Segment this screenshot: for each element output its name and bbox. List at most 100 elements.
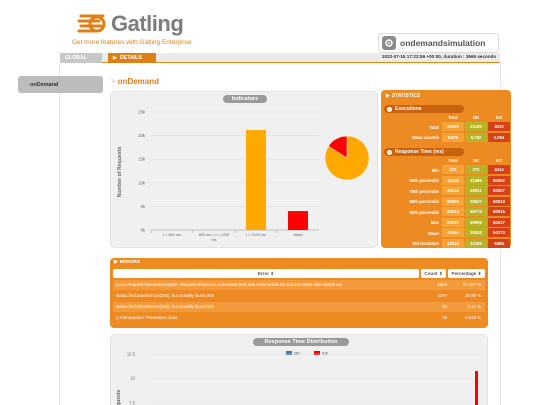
bar [246,130,266,230]
y-axis-label: Requests [116,390,122,405]
response-time-total-cell: 41894 [442,228,464,237]
response-time-ok-cell: 38533 [465,228,487,237]
executions-header: − Executions [384,105,464,113]
legend-swatch [314,351,320,355]
response-time-ok-cell: 50527 [465,196,487,206]
response-time-header: − Response Time (ms) [384,148,464,156]
error-message: j.u.c.i.RequestTimeoutException: Request… [116,282,343,287]
tab-global-label: GLOBAL [65,55,87,61]
tab-global[interactable]: GLOBAL [60,53,102,63]
statistics-panel: ▶ STATISTICS − Executions − Response Time (… [381,90,511,248]
run-info: 2022-07-15 17:22:56 +00:00, duration : 3… [381,54,496,59]
error-row: j.i.IOException: Premature close 33 0.823 … [113,313,485,323]
y-tick-label: 0k [141,228,146,233]
response-time-ko-cell: 60007 [488,186,510,195]
legend-label: OK [294,351,300,356]
executions-total-cell: 25200 [442,122,464,131]
response-time-ko-cell: 60037 [488,217,510,227]
x-tick-label: 800 ms < t < 1200 [199,233,230,237]
stat-row-label: Min [431,167,439,173]
executions-ok-cell: 5.782 [465,132,487,142]
error-message: status.find.transform.in(200), but actua… [116,304,214,309]
executions-ko-cell: 1.094 [488,132,510,142]
error-count: 2609 [437,282,447,287]
play-icon: ▶ [386,93,390,99]
response-time-ko-cell: 60002 [488,175,510,185]
sidebar-item-label: onDemand [30,81,59,88]
stat-column-header: Total [448,158,458,163]
tab-details-label: DETAILS [120,55,142,61]
x-tick-label: ms [211,238,216,242]
stat-column-header: KO [495,158,503,163]
collapse-icon[interactable]: − [387,106,392,112]
y-tick-label: 10 [130,376,135,381]
y-axis-label: Number of Requests [117,147,123,198]
indicators-panel: 0k 5k 10k 15k 20k 25k Number of Requests t < 80… [110,91,378,248]
executions-total-cell: 6.876 [442,132,464,142]
response-time-total-cell: 60000 [442,196,464,206]
bar [288,211,308,230]
executions-ko-cell: 4010 [488,122,510,131]
error-row: j.u.c.i.RequestTimeoutException: Request… [113,280,485,290]
simulation-icon [382,36,396,50]
response-time-ok-cell: 56774 [465,207,487,216]
gatling-logo[interactable]: Gatling [77,9,184,39]
stat-row-label: 50th percentile [409,178,439,183]
response-time-total-cell: 60037 [442,217,464,227]
stat-row-label: Std Deviation [412,241,439,246]
collapse-icon[interactable]: − [387,149,392,155]
executions-ok-cell: 21190 [465,122,487,131]
stat-column-header: OK [472,115,480,120]
y-tick-label: 15k [138,157,146,162]
stat-row-label: 99th percentile [409,209,439,215]
y-tick-label: 7.5 [129,401,135,405]
stat-row-label: 95th percentile [409,199,439,204]
brand-name: Gatling [111,11,184,36]
legend-label: KO [322,351,329,356]
error-message: status.find.transform.in(200), but actua… [116,293,214,298]
sidebar-item-ondemand[interactable]: onDemand [18,76,103,93]
error-percentage: 0.823 % [465,315,481,320]
response-time-ko-cell: 9408 [488,238,510,248]
simulation-name: ondemandsimulation [400,38,486,48]
tab-bar: GLOBAL ▶ DETAILS 2022-07-15 17:22:56 +00:… [60,53,500,63]
response-time-ok-cell: 59998 [465,217,487,227]
y-tick-label: 25k [138,110,146,115]
error-percentage: 67.207 % [462,282,481,287]
statistics-title-text: STATISTICS [391,93,421,99]
errors-title-text: ERRORS [119,260,141,265]
page-title-text: onDemand [117,77,160,86]
errors-title: ▶ ERRORS [114,260,140,265]
error-percentage: 2.12 % [467,304,481,309]
errors-panel: ▶ ERRORS Error ⇕ Count ⇕ Percentage ⇕ j.u… [110,258,488,328]
ko-bar [475,371,478,405]
distribution-title: Response Time Distribution [253,338,349,346]
response-time-ko-cell: 60013 [488,196,510,206]
response-time-ko-cell: 4414 [488,165,510,174]
count-column-header[interactable]: Count ⇕ [421,269,446,278]
response-time-total-cell: 49216 [442,186,464,195]
gatling-logo-icon [77,14,106,33]
response-time-total-cell: 272 [442,165,464,174]
chevron-right-icon: > [111,77,116,86]
tab-details[interactable]: ▶ DETAILS [108,53,156,63]
error-row: status.find.transform.in(200), but actua… [113,291,485,301]
percentage-column-header[interactable]: Percentage ⇕ [448,269,485,278]
executions-title: Executions [395,106,422,112]
response-time-title: Response Time (ms) [395,149,444,155]
stat-row-label: 75th percentile [409,188,439,194]
stat-row-label: Max [430,220,439,225]
response-time-ok-cell: 12199 [465,238,487,248]
stat-row-label: Mean count/s [412,135,439,140]
x-tick-label: failed [293,233,302,237]
y-tick-label: 12.5 [127,352,136,357]
enterprise-link[interactable]: Get more features with Gatling Enterpris… [72,39,192,46]
stat-row-label: Total [429,124,439,130]
stat-column-header: Total [448,115,458,120]
y-tick-label: 20k [138,133,146,138]
error-message: j.i.IOException: Premature close [116,315,178,320]
response-time-total-cell: 12816 [442,238,464,248]
error-column-header[interactable]: Error ⇕ [113,269,419,278]
response-time-ko-cell: 54373 [488,228,510,237]
y-tick-label: 10k [138,180,146,185]
